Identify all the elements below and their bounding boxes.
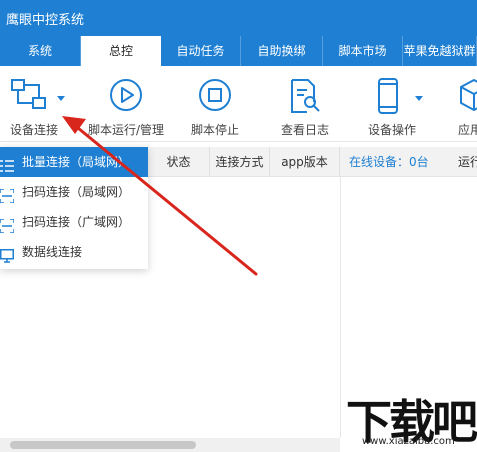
menu-item-batch-connect-lan[interactable]: 批量连接（局域网）	[0, 147, 148, 177]
menu-item-qr-connect-lan[interactable]: 扫码连接（局域网）	[0, 177, 148, 207]
phone-icon	[377, 78, 399, 117]
menu-item-label: 批量连接（局域网）	[22, 155, 131, 169]
main-tabs: 系统 总控 自动任务 自助换绑 脚本市场 苹果免越狱群	[0, 36, 477, 66]
app-title: 鹰眼中控系统	[6, 13, 85, 28]
app-label: 应用	[458, 123, 477, 137]
online-device-count: 在线设备：0台	[349, 155, 429, 169]
column-connection-type[interactable]: 连接方式	[210, 147, 270, 177]
toolbar: 设备连接 脚本运行/管理 脚本停止 查看日志 设备操作 应用	[0, 66, 477, 142]
menu-item-label: 数据线连接	[22, 245, 83, 259]
device-ops-button[interactable]: 设备操作	[362, 66, 423, 142]
view-log-button[interactable]: 查看日志	[275, 66, 335, 142]
stop-icon	[198, 78, 232, 115]
tab-self-rebind[interactable]: 自助换绑	[241, 36, 323, 66]
device-connect-menu: 批量连接（局域网） 扫码连接（局域网） 扫码连接（广域网） 数据线连接	[0, 147, 148, 269]
play-icon	[109, 78, 143, 115]
device-connect-button[interactable]: 设备连接	[2, 66, 66, 142]
column-status[interactable]: 状态	[148, 147, 210, 177]
watermark-logo: 下载吧 www.xiazaiba.com	[340, 388, 477, 452]
device-connect-label: 设备连接	[9, 123, 58, 137]
script-stop-button[interactable]: 脚本停止	[184, 66, 246, 142]
tab-apple-no-jailbreak[interactable]: 苹果免越狱群	[403, 36, 477, 66]
menu-item-qr-connect-wan[interactable]: 扫码连接（广域网）	[0, 207, 148, 237]
menu-item-label: 扫码连接（广域网）	[22, 215, 131, 229]
document-search-icon	[289, 78, 321, 117]
tab-master-control[interactable]: 总控	[81, 36, 161, 66]
script-stop-label: 脚本停止	[190, 123, 239, 137]
monitor-icon	[0, 244, 14, 274]
scrollbar-thumb[interactable]	[10, 441, 196, 449]
script-run-label: 脚本运行/管理	[87, 123, 165, 137]
box-icon	[459, 78, 477, 115]
menu-item-label: 扫码连接（局域网）	[22, 185, 131, 199]
chevron-down-icon[interactable]	[415, 96, 423, 101]
horizontal-scrollbar[interactable]	[0, 438, 340, 452]
app-button[interactable]: 应用	[452, 66, 477, 142]
run-label: 运行	[458, 155, 477, 169]
column-app-version[interactable]: app版本	[270, 147, 340, 177]
device-network-icon	[11, 78, 53, 113]
tab-system[interactable]: 系统	[0, 36, 81, 66]
menu-item-cable-connect[interactable]: 数据线连接	[0, 237, 148, 267]
title-bar: 鹰眼中控系统	[0, 0, 477, 36]
script-run-button[interactable]: 脚本运行/管理	[84, 66, 168, 142]
view-log-label: 查看日志	[280, 123, 329, 137]
chevron-down-icon[interactable]	[57, 96, 65, 101]
tab-script-market[interactable]: 脚本市场	[323, 36, 403, 66]
tab-auto-task[interactable]: 自动任务	[161, 36, 241, 66]
watermark-url: www.xiazaiba.com	[362, 436, 455, 447]
device-ops-label: 设备操作	[367, 123, 416, 137]
